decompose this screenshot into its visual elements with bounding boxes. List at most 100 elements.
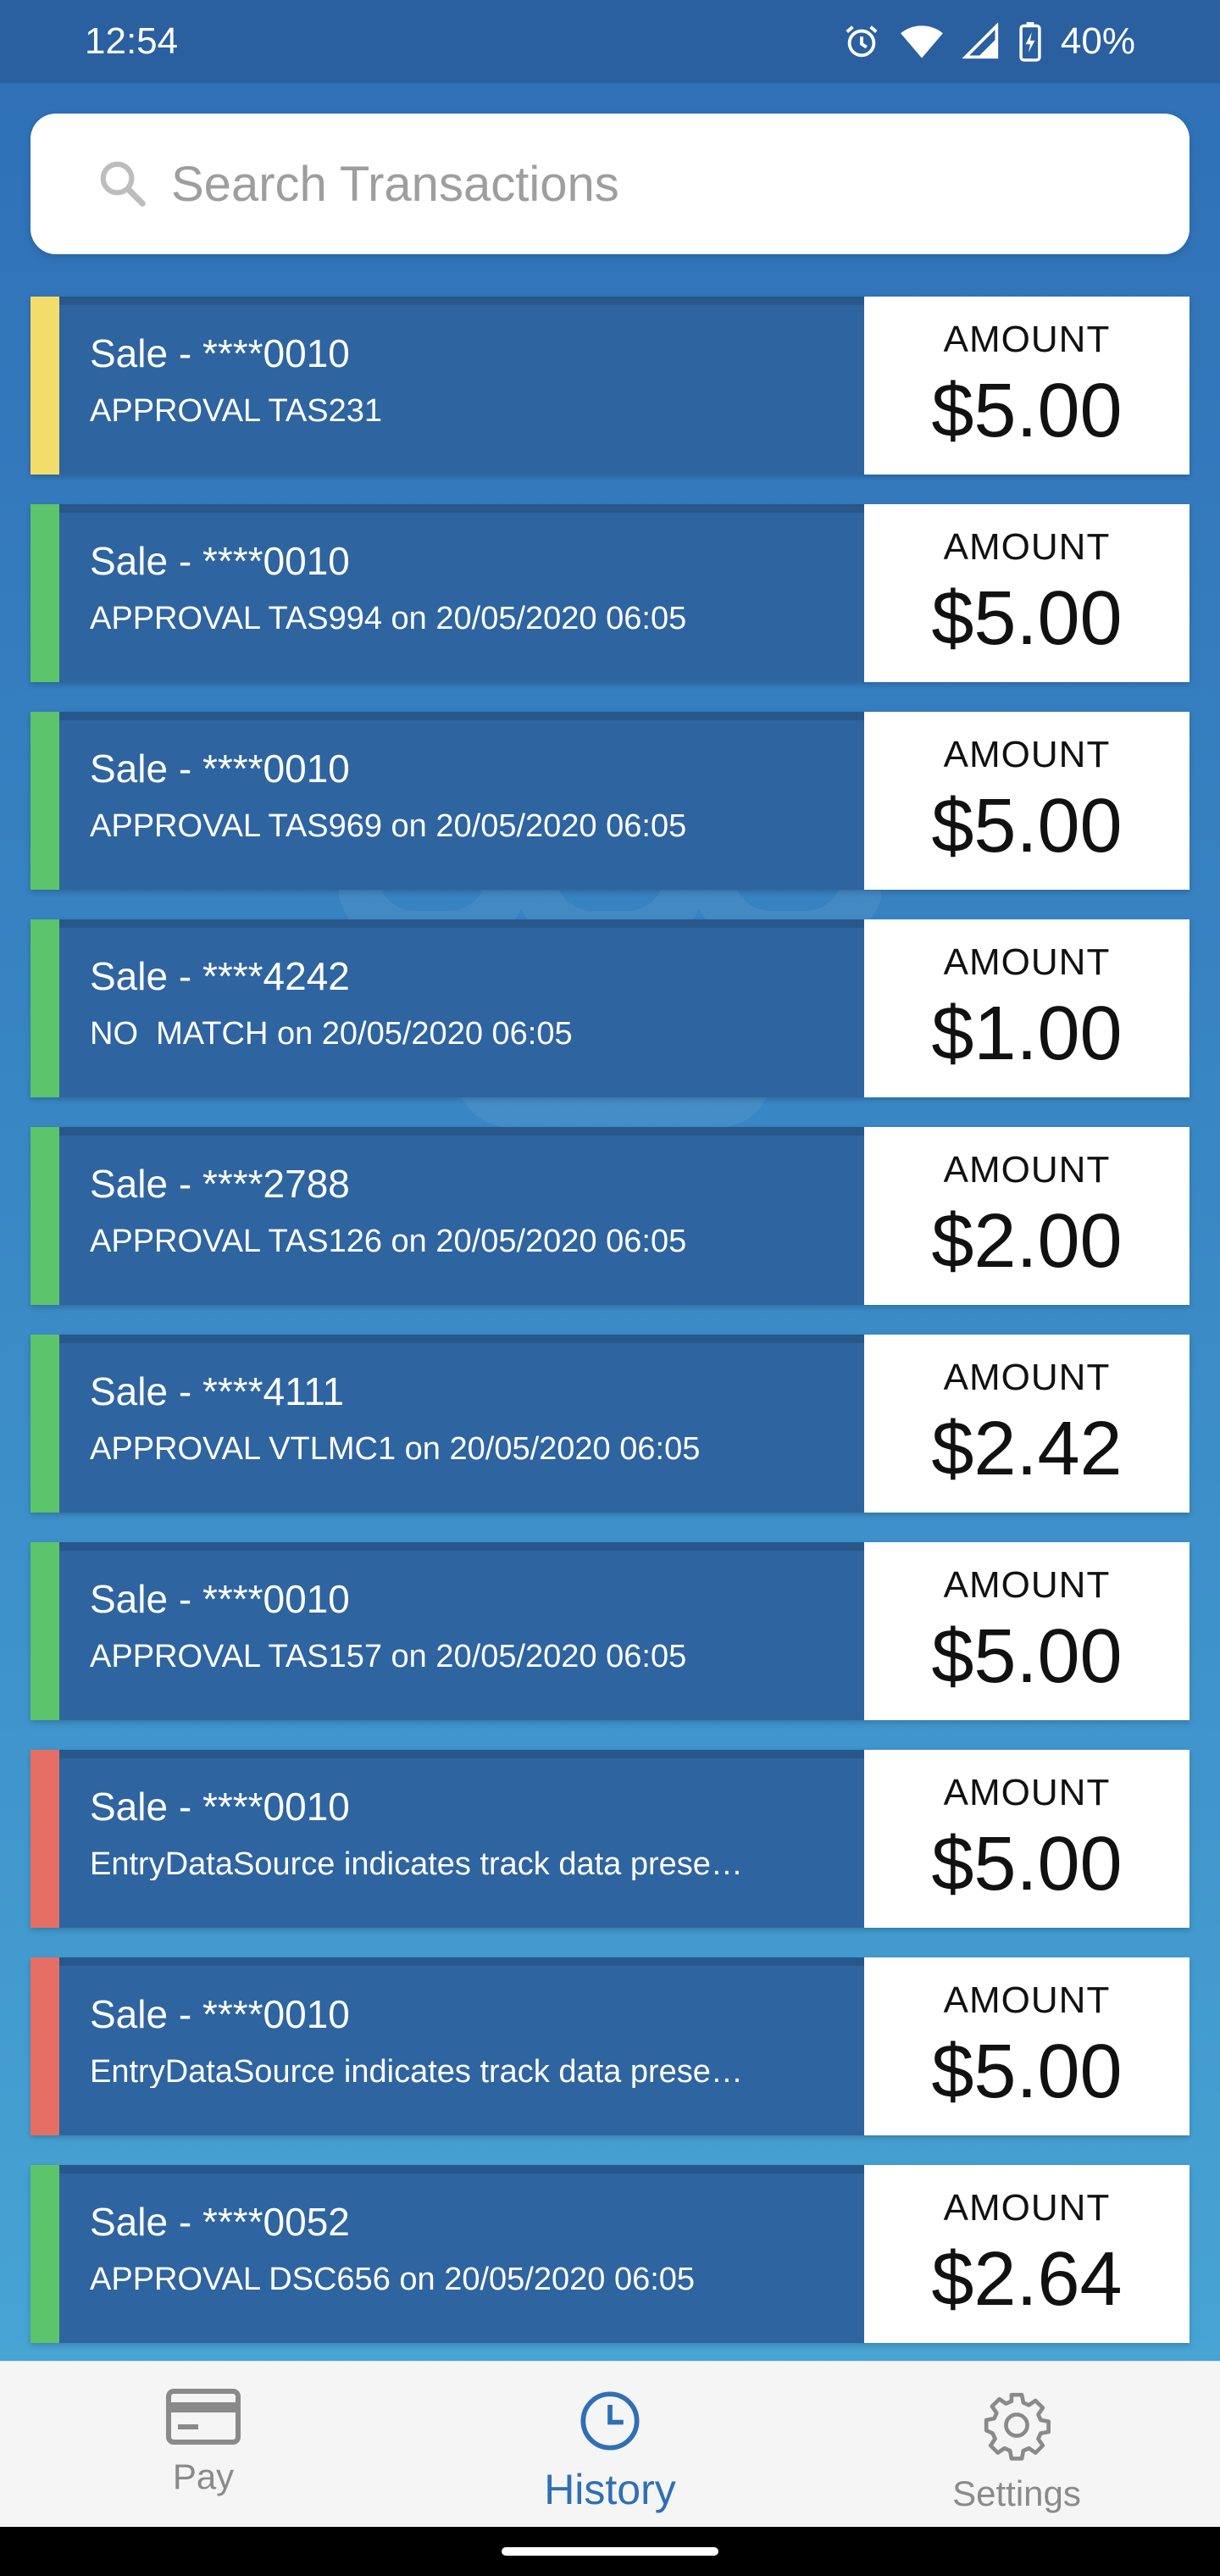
battery-level: 40% xyxy=(1060,20,1135,62)
amount-box: AMOUNT $2.64 xyxy=(864,2165,1190,2343)
credit-card-icon xyxy=(166,2389,241,2445)
amount-box: AMOUNT $5.00 xyxy=(864,1542,1190,1720)
transaction-title: Sale - ****0010 xyxy=(90,1992,350,2036)
transaction-row[interactable]: Sale - ****0052 APPROVAL DSC656 on 20/05… xyxy=(30,2165,1190,2343)
alarm-icon xyxy=(846,25,878,58)
amount-box: AMOUNT $1.00 xyxy=(864,919,1190,1097)
search-input[interactable] xyxy=(171,155,1103,213)
nav-pay[interactable]: Pay xyxy=(0,2362,407,2527)
transaction-title: Sale - ****0010 xyxy=(90,331,350,375)
transaction-subtitle: EntryDataSource indicates track data pre… xyxy=(90,1848,743,1880)
status-stripe xyxy=(30,504,59,682)
transaction-info: Sale - ****0010 APPROVAL TAS969 on 20/05… xyxy=(59,712,864,890)
transaction-title: Sale - ****4111 xyxy=(90,1369,345,1413)
amount-box: AMOUNT $2.42 xyxy=(864,1335,1190,1513)
nav-history[interactable]: History xyxy=(407,2362,813,2527)
amount-box: AMOUNT $5.00 xyxy=(864,504,1190,682)
transaction-subtitle: APPROVAL TAS969 on 20/05/2020 06:05 xyxy=(90,810,687,842)
amount-box: AMOUNT $5.00 xyxy=(864,1750,1190,1928)
status-stripe xyxy=(30,1127,59,1305)
amount-box: AMOUNT $5.00 xyxy=(864,1957,1190,2135)
amount-value: $5.00 xyxy=(931,1822,1123,1907)
transaction-title: Sale - ****0010 xyxy=(90,539,350,583)
amount-label: AMOUNT xyxy=(943,526,1111,568)
home-handle[interactable] xyxy=(502,2547,718,2556)
transaction-info: Sale - ****0052 APPROVAL DSC656 on 20/05… xyxy=(59,2165,864,2343)
wifi-icon xyxy=(901,25,943,58)
status-stripe xyxy=(30,1750,59,1928)
status-time: 12:54 xyxy=(85,20,179,62)
amount-value: $5.00 xyxy=(931,369,1123,453)
transaction-title: Sale - ****4242 xyxy=(90,954,350,998)
search-bar[interactable] xyxy=(30,114,1190,254)
search-icon xyxy=(100,161,146,207)
transaction-title: Sale - ****0010 xyxy=(90,747,350,791)
transaction-row[interactable]: Sale - ****0010 APPROVAL TAS231 AMOUNT $… xyxy=(30,297,1190,475)
transaction-subtitle: APPROVAL VTLMC1 on 20/05/2020 06:05 xyxy=(90,1433,701,1465)
nav-pay-label: Pay xyxy=(172,2457,235,2496)
amount-value: $2.42 xyxy=(931,1407,1123,1491)
transaction-title: Sale - ****0010 xyxy=(90,1577,350,1621)
transaction-title: Sale - ****0010 xyxy=(90,1785,350,1829)
transaction-row[interactable]: Sale - ****0010 APPROVAL TAS157 on 20/05… xyxy=(30,1542,1190,1720)
transaction-subtitle: APPROVAL TAS157 on 20/05/2020 06:05 xyxy=(90,1641,687,1673)
transaction-title: Sale - ****0052 xyxy=(90,2200,350,2244)
transaction-row[interactable]: Sale - ****0010 APPROVAL TAS994 on 20/05… xyxy=(30,504,1190,682)
amount-value: $5.00 xyxy=(931,784,1123,869)
clock-icon xyxy=(580,2391,640,2451)
amount-label: AMOUNT xyxy=(943,319,1111,360)
system-nav-bar xyxy=(0,2527,1220,2576)
transaction-row[interactable]: Sale - ****0010 APPROVAL TAS969 on 20/05… xyxy=(30,712,1190,890)
transaction-info: Sale - ****0010 APPROVAL TAS994 on 20/05… xyxy=(59,504,864,682)
transaction-subtitle: APPROVAL TAS126 on 20/05/2020 06:05 xyxy=(90,1225,687,1257)
status-stripe xyxy=(30,712,59,890)
transaction-subtitle: APPROVAL DSC656 on 20/05/2020 06:05 xyxy=(90,2263,696,2296)
transaction-row[interactable]: Sale - ****2788 APPROVAL TAS126 on 20/05… xyxy=(30,1127,1190,1305)
nav-settings-label: Settings xyxy=(952,2473,1081,2513)
amount-value: $2.64 xyxy=(931,2237,1123,2322)
transaction-info: Sale - ****2788 APPROVAL TAS126 on 20/05… xyxy=(59,1127,864,1305)
transaction-info: Sale - ****0010 APPROVAL TAS231 xyxy=(59,297,864,475)
nav-settings[interactable]: Settings xyxy=(813,2362,1220,2527)
amount-value: $5.00 xyxy=(931,576,1123,661)
amount-label: AMOUNT xyxy=(943,2187,1111,2229)
amount-box: AMOUNT $2.00 xyxy=(864,1127,1190,1305)
amount-label: AMOUNT xyxy=(943,1979,1111,2021)
status-bar: 12:54 40% xyxy=(0,0,1220,83)
status-stripe xyxy=(30,297,59,475)
transaction-subtitle: NO MATCH on 20/05/2020 06:05 xyxy=(90,1018,573,1050)
amount-label: AMOUNT xyxy=(943,1772,1111,1813)
amount-value: $1.00 xyxy=(931,991,1123,1076)
transaction-subtitle: EntryDataSource indicates track data pre… xyxy=(90,2056,743,2088)
status-stripe xyxy=(30,1542,59,1720)
transaction-row[interactable]: Sale - ****4242 NO MATCH on 20/05/2020 0… xyxy=(30,919,1190,1097)
status-stripe xyxy=(30,1335,59,1513)
amount-value: $2.00 xyxy=(931,1199,1123,1284)
nav-history-label: History xyxy=(544,2466,676,2513)
amount-label: AMOUNT xyxy=(943,734,1111,775)
amount-value: $5.00 xyxy=(931,1614,1123,1699)
amount-box: AMOUNT $5.00 xyxy=(864,712,1190,890)
transaction-info: Sale - ****0010 APPROVAL TAS157 on 20/05… xyxy=(59,1542,864,1720)
amount-label: AMOUNT xyxy=(943,1149,1111,1191)
bottom-nav: Pay History Settings xyxy=(0,2361,1220,2527)
status-stripe xyxy=(30,919,59,1097)
amount-value: $5.00 xyxy=(931,2029,1123,2114)
transaction-subtitle: APPROVAL TAS994 on 20/05/2020 06:05 xyxy=(90,602,687,635)
amount-label: AMOUNT xyxy=(943,1564,1111,1606)
transaction-subtitle: APPROVAL TAS231 xyxy=(90,395,382,427)
status-stripe xyxy=(30,2165,59,2343)
transaction-row[interactable]: Sale - ****4111 APPROVAL VTLMC1 on 20/05… xyxy=(30,1335,1190,1513)
transaction-info: Sale - ****4111 APPROVAL VTLMC1 on 20/05… xyxy=(59,1335,864,1513)
battery-charging-icon xyxy=(1019,22,1041,62)
transaction-row[interactable]: Sale - ****0010 EntryDataSource indicate… xyxy=(30,1957,1190,2135)
signal-icon xyxy=(962,23,999,59)
transaction-info: Sale - ****0010 EntryDataSource indicate… xyxy=(59,1957,864,2135)
gear-icon xyxy=(984,2392,1051,2461)
amount-label: AMOUNT xyxy=(943,1357,1111,1398)
transaction-info: Sale - ****4242 NO MATCH on 20/05/2020 0… xyxy=(59,919,864,1097)
status-icons: 40% xyxy=(842,20,1135,63)
status-stripe xyxy=(30,1957,59,2135)
transaction-title: Sale - ****2788 xyxy=(90,1162,350,1206)
transaction-row[interactable]: Sale - ****0010 EntryDataSource indicate… xyxy=(30,1750,1190,1928)
